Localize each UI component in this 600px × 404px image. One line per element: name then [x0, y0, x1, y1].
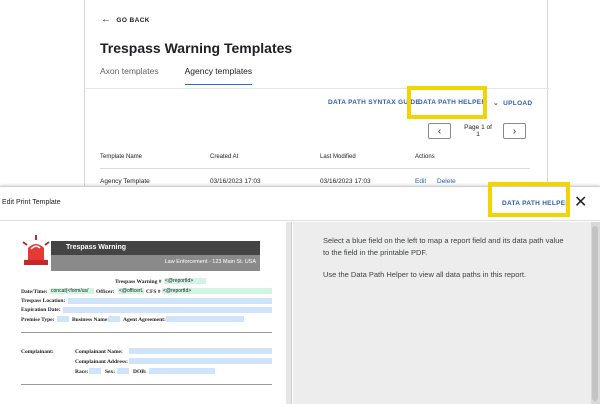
- highlight-box: [407, 86, 487, 119]
- expiration-date-label: Expiration Date:: [21, 307, 61, 313]
- chevron-down-icon: ⌄: [493, 100, 500, 107]
- page-title: Trespass Warning Templates: [100, 40, 293, 56]
- trespass-location-field[interactable]: [68, 298, 272, 304]
- tab-axon-templates[interactable]: Axon templates: [100, 66, 159, 85]
- edit-link[interactable]: Edit: [415, 178, 426, 185]
- panel-scrollbar[interactable]: [591, 222, 600, 404]
- chevron-right-icon: ›: [512, 125, 517, 137]
- panel-scrollbar-thumb[interactable]: [592, 226, 598, 401]
- complainant-address-label: Complainant Address:: [75, 359, 128, 365]
- sex-label: Sex:: [105, 369, 116, 375]
- section-divider: [21, 332, 272, 333]
- delete-link[interactable]: Delete: [437, 178, 456, 185]
- banner-subtitle: Law Enforcement - 123 Main St. USA: [164, 259, 256, 265]
- template-tabs: Axon templates Agency templates: [100, 66, 253, 85]
- last-modified-cell: 03/16/2023 17:03: [320, 178, 371, 185]
- upload-label: UPLOAD: [503, 99, 533, 107]
- column-header-created-at: Created At: [210, 154, 239, 160]
- column-header-actions: Actions: [415, 154, 435, 160]
- go-back-link[interactable]: ← GO BACK: [101, 15, 150, 25]
- previous-page-button[interactable]: ‹: [428, 123, 451, 139]
- go-back-label: GO BACK: [116, 16, 150, 24]
- arrow-left-icon: ←: [101, 14, 112, 25]
- template-name-cell: Agency Template: [100, 178, 150, 185]
- close-icon[interactable]: ✕: [574, 195, 587, 211]
- dialog-title: Edit Print Template: [2, 199, 61, 206]
- created-at-cell: 03/16/2023 17:03: [210, 178, 261, 185]
- trespass-location-label: Trespass Location:: [21, 298, 66, 304]
- agent-agreement-label: Agent Agreement:: [123, 317, 166, 323]
- complainant-label: Complainant:: [21, 349, 54, 355]
- table-header-divider: [100, 168, 530, 169]
- sex-field[interactable]: [117, 368, 129, 374]
- screen: ← GO BACK Trespass Warning Templates Axo…: [0, 0, 600, 404]
- warning-number-field[interactable]: <@reportId>: [164, 278, 206, 284]
- upload-button[interactable]: ⌄ UPLOAD: [493, 99, 533, 108]
- warning-number-label: Trespass Warning #: [115, 279, 162, 285]
- premise-type-label: Premise Type:: [21, 317, 55, 323]
- dob-label: DOB:: [133, 369, 147, 375]
- chevron-left-icon: ‹: [437, 125, 442, 137]
- business-name-field[interactable]: [108, 316, 120, 322]
- dialog-header: Edit Print Template DATA PATH HELPER ✕: [0, 182, 600, 221]
- templates-page: ← GO BACK Trespass Warning Templates Axo…: [84, 0, 549, 190]
- pagination: ‹ Page 1 of 1 ›: [428, 123, 526, 139]
- pdf-preview[interactable]: Trespass Warning Law Enforcement - 123 M…: [0, 222, 292, 404]
- complainant-name-field[interactable]: [129, 348, 272, 354]
- agent-agreement-field[interactable]: [166, 316, 244, 322]
- tab-agency-templates[interactable]: Agency templates: [184, 66, 253, 85]
- highlight-box: [488, 182, 570, 217]
- column-header-template-name: Template Name: [100, 154, 143, 160]
- date-time-label: Date/Time:: [21, 289, 48, 295]
- mapping-instructions: Select a blue field on the left to map a…: [323, 236, 564, 257]
- cfs-label: CFS #: [146, 289, 161, 295]
- complainant-address-field[interactable]: [129, 358, 272, 364]
- mapping-panel: Select a blue field on the left to map a…: [293, 222, 600, 404]
- page-indicator: Page 1 of 1: [464, 124, 492, 138]
- business-name-label: Business Name:: [72, 317, 110, 323]
- dob-field[interactable]: [149, 368, 215, 374]
- section-divider: [21, 384, 272, 385]
- helper-hint: Use the Data Path Helper to view all dat…: [323, 270, 527, 279]
- preview-scrollbar[interactable]: [286, 222, 291, 404]
- officer-label: Officer:: [96, 289, 115, 295]
- document-banner: Trespass Warning Law Enforcement - 123 M…: [51, 241, 260, 273]
- complainant-name-label: Complainant Name:: [75, 349, 123, 355]
- banner-title: Trespass Warning: [66, 244, 127, 251]
- date-time-field[interactable]: concat(<form/us/: [50, 288, 94, 294]
- next-page-button[interactable]: ›: [503, 123, 526, 139]
- expiration-date-field[interactable]: [63, 307, 272, 313]
- cfs-field[interactable]: <@reportId>: [162, 288, 272, 294]
- race-label: Race:: [75, 369, 89, 375]
- column-header-last-modified: Last Modified: [320, 154, 356, 160]
- premise-type-field[interactable]: [57, 316, 69, 322]
- edit-print-template-dialog: Edit Print Template DATA PATH HELPER ✕ T…: [0, 182, 600, 404]
- officer-field[interactable]: <@officerL: [118, 288, 144, 294]
- race-field[interactable]: [89, 368, 101, 374]
